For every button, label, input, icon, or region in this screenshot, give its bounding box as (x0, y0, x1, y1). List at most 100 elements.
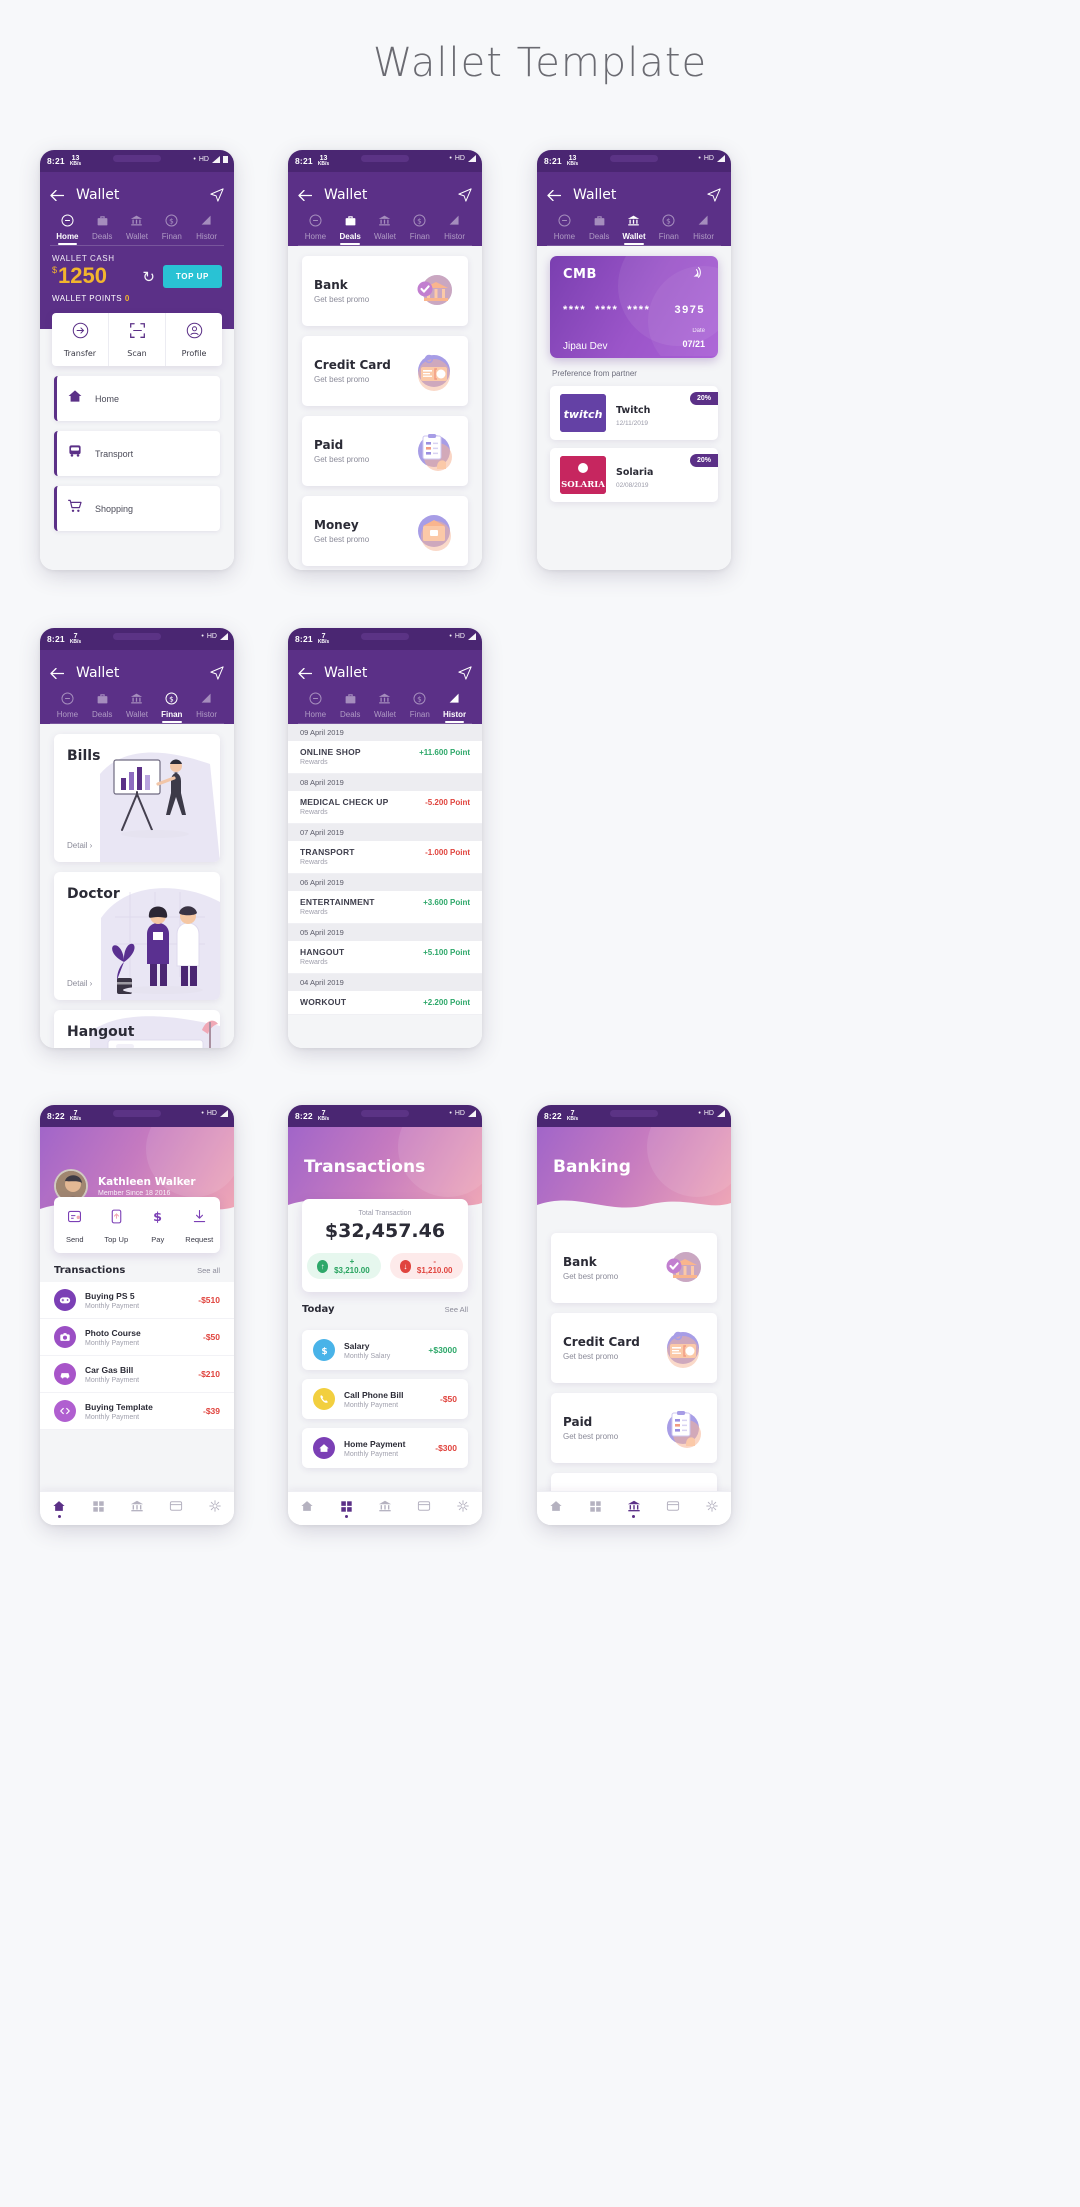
tab-wallet[interactable]: Wallet (120, 692, 155, 723)
back-arrow-icon[interactable] (50, 189, 64, 201)
transaction-card[interactable]: $ Salary Monthly Salary +$3000 (302, 1330, 468, 1370)
grid-icon (340, 1500, 352, 1512)
deal-card-paid[interactable]: Paid Get best promo (302, 416, 468, 486)
nav-home[interactable] (40, 1499, 79, 1518)
nav-settings[interactable] (692, 1499, 731, 1518)
nav-card[interactable] (653, 1499, 692, 1518)
banking-card-credit[interactable]: Credit Card Get best promo (551, 1313, 717, 1383)
action-scan[interactable]: Scan (109, 313, 166, 366)
back-arrow-icon[interactable] (547, 189, 561, 201)
menu-item-transport[interactable]: Transport (54, 431, 220, 476)
tab-deals[interactable]: Deals (582, 214, 617, 245)
home-icon (53, 1501, 65, 1511)
deal-card-bank[interactable]: Bank Get best promo (302, 256, 468, 326)
nav-card[interactable] (156, 1499, 195, 1518)
tab-home[interactable]: Home (298, 692, 333, 723)
tab-wallet[interactable]: Wallet (120, 214, 155, 245)
nav-home[interactable] (537, 1499, 576, 1518)
card-holder: Jipau Dev (563, 341, 608, 352)
history-row[interactable]: MEDICAL CHECK UP -5.200 Point Rewards (288, 791, 482, 824)
partner-solaria[interactable]: SOLARIA Solaria 02/08/2019 20% (550, 448, 718, 502)
quick-action-pay[interactable]: $ Pay (137, 1197, 179, 1253)
see-all-link[interactable]: See all (197, 1266, 220, 1275)
nav-bank[interactable] (615, 1499, 654, 1518)
finance-detail-link[interactable]: Detail › (67, 979, 92, 988)
tab-finance[interactable]: $ Finan (402, 692, 437, 723)
tab-deals[interactable]: Deals (85, 692, 120, 723)
finance-card-hangout[interactable]: Hangout (54, 1010, 220, 1048)
nav-grid[interactable] (79, 1500, 118, 1518)
tab-deals[interactable]: Deals (333, 692, 368, 723)
nav-home[interactable] (288, 1499, 327, 1518)
refresh-icon[interactable]: ↻ (142, 268, 155, 286)
transaction-row[interactable]: Buying PS 5 Monthly Payment -$510 (40, 1282, 234, 1319)
credit-card[interactable]: CMB **** **** **** 3975 Jipau Dev Date 0… (550, 256, 718, 358)
nav-settings[interactable] (195, 1499, 234, 1518)
tab-history[interactable]: Histor (437, 692, 472, 723)
tab-finance[interactable]: $ Finan (402, 214, 437, 245)
finance-card-bills[interactable]: Bills Detail › (54, 734, 220, 862)
send-icon[interactable] (210, 188, 224, 202)
history-row[interactable]: TRANSPORT -1.000 Point Rewards (288, 841, 482, 874)
history-row[interactable]: ONLINE SHOP +11.600 Point Rewards (288, 741, 482, 774)
tab-home[interactable]: Home (50, 214, 85, 245)
transaction-row[interactable]: Buying Template Monthly Payment -$39 (40, 1393, 234, 1430)
tab-wallet[interactable]: Wallet (368, 214, 403, 245)
back-arrow-icon[interactable] (50, 667, 64, 679)
menu-item-shopping[interactable]: Shopping (54, 486, 220, 531)
deal-title: Credit Card (314, 358, 391, 372)
tab-wallet[interactable]: Wallet (368, 692, 403, 723)
dot-icon: • (449, 1110, 452, 1117)
tab-finance[interactable]: $ Finan (154, 692, 189, 723)
history-row[interactable]: HANGOUT +5.100 Point Rewards (288, 941, 482, 974)
menu-item-home[interactable]: Home (54, 376, 220, 421)
tab-wallet[interactable]: Wallet (617, 214, 652, 245)
quick-action-send[interactable]: Send (54, 1197, 96, 1253)
nav-bank[interactable] (366, 1499, 405, 1518)
tab-history[interactable]: Histor (437, 214, 472, 245)
send-icon[interactable] (707, 188, 721, 202)
finance-card-doctor[interactable]: Doctor Detail › (54, 872, 220, 1000)
tab-history[interactable]: Histor (189, 214, 224, 245)
finance-detail-link[interactable]: Detail › (67, 841, 92, 850)
send-icon[interactable] (458, 666, 472, 680)
tab-finance[interactable]: $ Finan (651, 214, 686, 245)
transaction-row[interactable]: Car Gas Bill Monthly Payment -$210 (40, 1356, 234, 1393)
tab-label: Deals (588, 232, 610, 241)
history-row[interactable]: ENTERTAINMENT +3.600 Point Rewards (288, 891, 482, 924)
tab-history[interactable]: Histor (686, 214, 721, 245)
action-transfer[interactable]: Transfer (52, 313, 109, 366)
nav-grid[interactable] (576, 1500, 615, 1518)
banking-card-bank[interactable]: Bank Get best promo (551, 1233, 717, 1303)
quick-action-topup[interactable]: Top Up (96, 1197, 138, 1253)
tab-deals[interactable]: Deals (333, 214, 368, 245)
nav-bank[interactable] (118, 1499, 157, 1518)
send-icon[interactable] (458, 188, 472, 202)
deal-card-money[interactable]: Money Get best promo (302, 496, 468, 566)
tab-home[interactable]: Home (298, 214, 333, 245)
action-profile[interactable]: Profile (166, 313, 222, 366)
tab-deals[interactable]: Deals (85, 214, 120, 245)
send-icon[interactable] (210, 666, 224, 680)
nav-settings[interactable] (443, 1499, 482, 1518)
nav-grid[interactable] (327, 1500, 366, 1518)
banking-card-paid[interactable]: Paid Get best promo (551, 1393, 717, 1463)
back-arrow-icon[interactable] (298, 189, 312, 201)
transaction-row[interactable]: Photo Course Monthly Payment -$50 (40, 1319, 234, 1356)
partner-twitch[interactable]: twitch Twitch 12/11/2019 20% (550, 386, 718, 440)
history-row[interactable]: WORKOUT +2.200 Point (288, 991, 482, 1015)
deal-card-credit[interactable]: Credit Card Get best promo (302, 336, 468, 406)
back-arrow-icon[interactable] (298, 667, 312, 679)
tab-history[interactable]: Histor (189, 692, 224, 723)
top-up-button[interactable]: TOP UP (162, 265, 222, 288)
menu-label: Shopping (95, 503, 134, 514)
tab-home[interactable]: Home (50, 692, 85, 723)
tab-home[interactable]: Home (547, 214, 582, 245)
quick-action-request[interactable]: Request (179, 1197, 221, 1253)
nav-card[interactable] (404, 1499, 443, 1518)
transaction-card[interactable]: Call Phone Bill Monthly Payment -$50 (302, 1379, 468, 1419)
see-all-link[interactable]: See All (445, 1305, 468, 1314)
transaction-card[interactable]: Home Payment Monthly Payment -$300 (302, 1428, 468, 1468)
tab-finance[interactable]: $ Finan (154, 214, 189, 245)
svg-text:$: $ (417, 694, 422, 703)
